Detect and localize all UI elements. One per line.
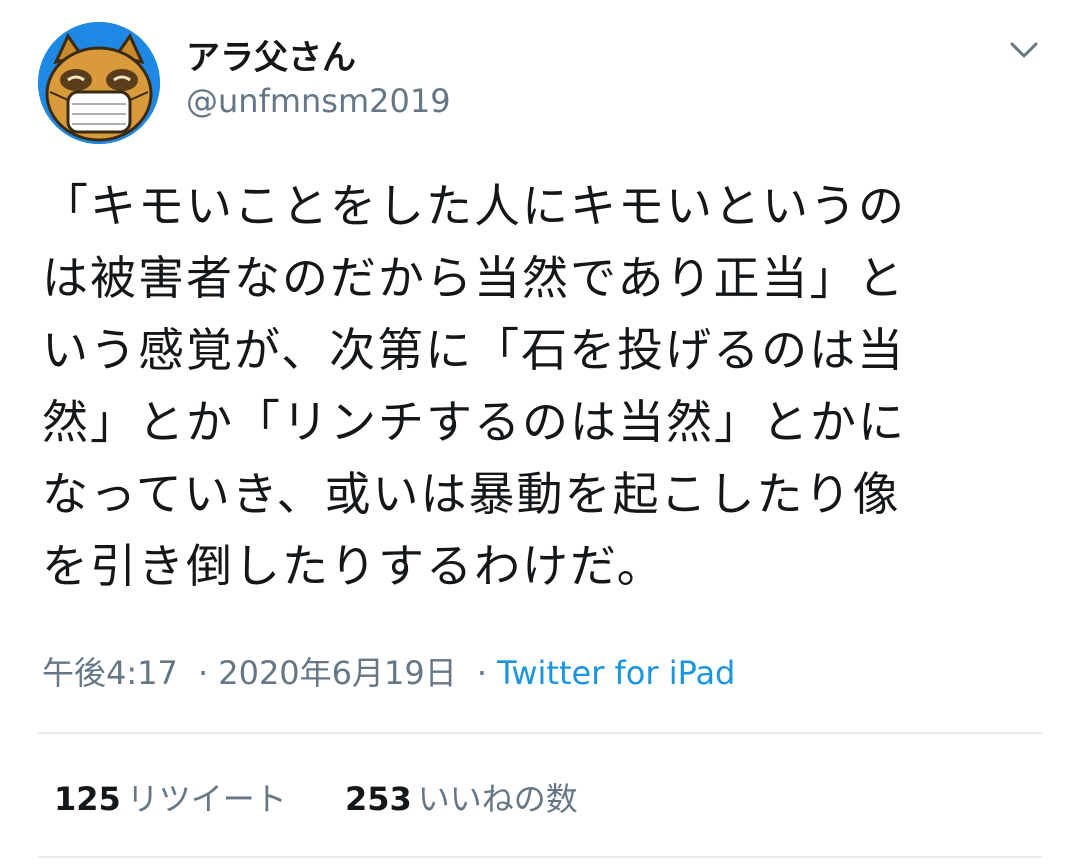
chevron-down-icon xyxy=(1010,42,1038,58)
like-label: いいねの数 xyxy=(417,780,578,818)
retweet-label: リツイート xyxy=(126,780,287,818)
separator-dot: · xyxy=(198,654,209,692)
author-display-name[interactable]: アラ父さん xyxy=(186,30,356,79)
tanuki-mask-avatar-icon xyxy=(38,22,160,144)
tweet-text-line: なっていき、或いは暴動を起こしたり像 xyxy=(42,467,901,521)
author-handle[interactable]: @unfmnsm2019 xyxy=(186,82,451,120)
tweet-text-line: 然」とか「リンチするのは当然」とかに xyxy=(42,395,906,449)
retweet-count-stat[interactable]: 125 リツイート xyxy=(54,774,287,820)
tweet-menu-button[interactable] xyxy=(1004,34,1044,68)
tweet-date[interactable]: 2020年6月19日 xyxy=(218,654,457,692)
author-avatar[interactable] xyxy=(38,22,160,144)
like-count: 253 xyxy=(344,780,412,818)
tweet-text-line: いう感覚が、次第に「石を投げるのは当 xyxy=(42,323,906,377)
tweet-source-link[interactable]: Twitter for iPad xyxy=(497,654,735,692)
divider xyxy=(38,732,1042,734)
like-count-stat[interactable]: 253 いいねの数 xyxy=(345,774,578,820)
tweet-time[interactable]: 午後4:17 xyxy=(42,654,178,692)
separator-dot: · xyxy=(476,654,488,692)
tweet-stats: 125 リツイート 253 いいねの数 xyxy=(54,774,626,820)
tweet-text-line: 「キモいことをした人にキモいというの xyxy=(42,179,906,233)
divider xyxy=(38,856,1042,858)
tweet-text: 「キモいことをした人にキモいというの は被害者なのだから当然であり正当」と いう… xyxy=(42,170,1042,602)
tweet-metadata: 午後4:17 · 2020年6月19日 · Twitter for iPad xyxy=(42,648,735,694)
tweet-text-line: は被害者なのだから当然であり正当」と xyxy=(42,251,906,305)
retweet-count: 125 xyxy=(54,780,121,818)
tweet-text-line: を引き倒したりするわけだ。 xyxy=(42,539,665,593)
